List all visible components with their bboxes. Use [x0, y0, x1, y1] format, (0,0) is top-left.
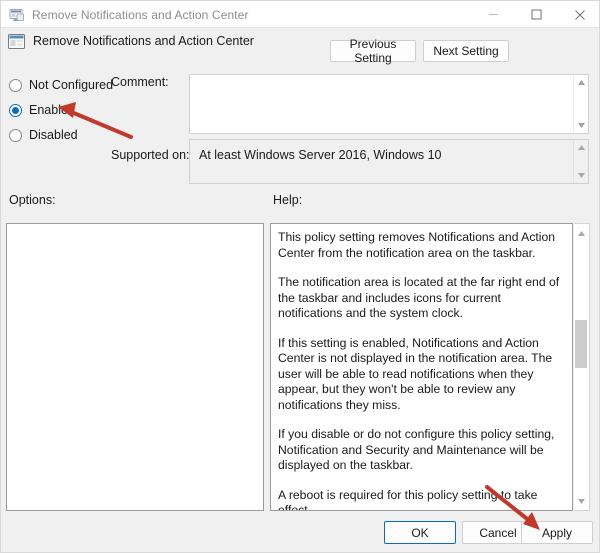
- setting-header: Remove Notifications and Action Center: [1, 29, 600, 61]
- window-controls: [472, 1, 600, 28]
- radio-not-configured[interactable]: Not Configured: [9, 76, 113, 94]
- comment-input[interactable]: [189, 74, 589, 134]
- help-scrollbar[interactable]: [574, 223, 590, 511]
- help-paragraph: If you disable or do not configure this …: [278, 427, 564, 474]
- policy-monitor-icon: [9, 7, 25, 23]
- radio-label-enabled: Enabled: [29, 103, 75, 117]
- scroll-up-arrow-icon[interactable]: [574, 225, 588, 241]
- comment-scrollbar[interactable]: [573, 75, 588, 133]
- policy-setting-dialog: Remove Notifications and Action Center: [0, 0, 600, 553]
- help-paragraph: The notification area is located at the …: [278, 275, 564, 322]
- scroll-down-arrow-icon[interactable]: [574, 168, 589, 183]
- policy-setting-icon: [8, 34, 27, 51]
- supported-on-label: Supported on:: [111, 148, 190, 162]
- scroll-down-arrow-icon[interactable]: [574, 493, 588, 509]
- supported-on-value: At least Windows Server 2016, Windows 10: [199, 148, 441, 162]
- apply-button[interactable]: Apply: [521, 521, 593, 544]
- radio-mark-enabled[interactable]: [9, 104, 22, 117]
- radio-label-not-configured: Not Configured: [29, 78, 113, 92]
- scroll-down-arrow-icon[interactable]: [574, 118, 589, 133]
- radio-label-disabled: Disabled: [29, 128, 78, 142]
- scroll-up-arrow-icon[interactable]: [574, 140, 589, 155]
- help-paragraph: A reboot is required for this policy set…: [278, 488, 564, 512]
- help-paragraph: This policy setting removes Notification…: [278, 230, 564, 261]
- supported-on-field: At least Windows Server 2016, Windows 10: [189, 139, 589, 184]
- radio-mark-not-configured[interactable]: [9, 79, 22, 92]
- radio-mark-disabled[interactable]: [9, 129, 22, 142]
- radio-disabled[interactable]: Disabled: [9, 126, 78, 144]
- scroll-up-arrow-icon[interactable]: [574, 75, 589, 90]
- radio-enabled[interactable]: Enabled: [9, 101, 75, 119]
- minimize-icon[interactable]: [472, 1, 515, 28]
- close-icon[interactable]: [558, 1, 600, 28]
- title-bar: Remove Notifications and Action Center: [1, 1, 600, 28]
- help-scrollbar-thumb[interactable]: [575, 320, 587, 368]
- next-setting-button[interactable]: Next Setting: [423, 40, 509, 62]
- comment-label: Comment:: [111, 75, 169, 89]
- help-label: Help:: [273, 193, 302, 207]
- title-separator: [1, 27, 600, 28]
- supported-on-scrollbar[interactable]: [573, 140, 588, 183]
- ok-button[interactable]: OK: [384, 521, 456, 544]
- previous-setting-button[interactable]: Previous Setting: [330, 40, 416, 62]
- maximize-icon[interactable]: [515, 1, 558, 28]
- options-label: Options:: [9, 193, 56, 207]
- help-paragraph: If this setting is enabled, Notification…: [278, 336, 564, 414]
- options-panel[interactable]: [6, 223, 264, 511]
- window-title: Remove Notifications and Action Center: [32, 8, 249, 22]
- help-panel: This policy setting removes Notification…: [270, 223, 573, 511]
- setting-title: Remove Notifications and Action Center: [33, 34, 254, 48]
